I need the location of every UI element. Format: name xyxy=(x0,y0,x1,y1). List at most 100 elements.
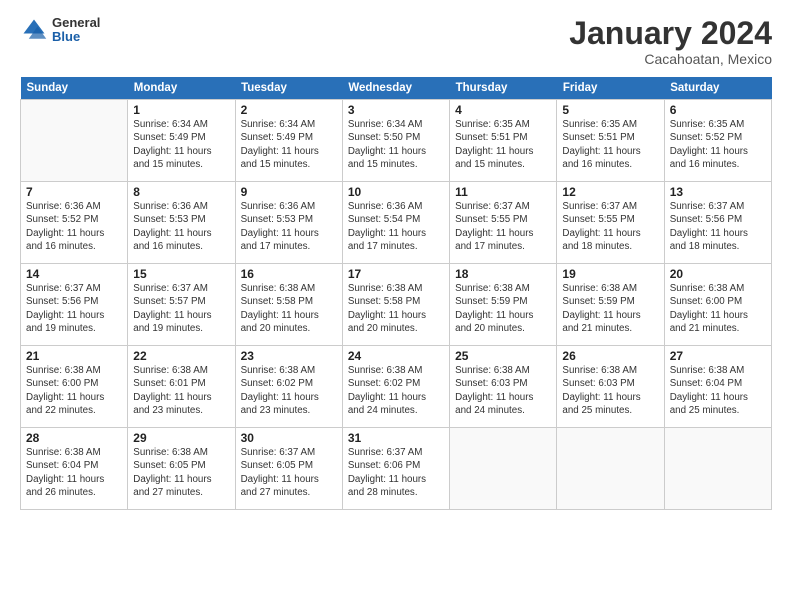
day-info: Sunrise: 6:38 AMSunset: 5:58 PMDaylight:… xyxy=(348,282,444,335)
calendar-cell: 22Sunrise: 6:38 AMSunset: 6:01 PMDayligh… xyxy=(128,346,235,428)
calendar-week-0: 1Sunrise: 6:34 AMSunset: 5:49 PMDaylight… xyxy=(21,100,772,182)
day-number: 18 xyxy=(455,267,551,281)
logo-text: General Blue xyxy=(52,16,100,45)
day-number: 4 xyxy=(455,103,551,117)
calendar-cell: 16Sunrise: 6:38 AMSunset: 5:58 PMDayligh… xyxy=(235,264,342,346)
calendar-cell: 15Sunrise: 6:37 AMSunset: 5:57 PMDayligh… xyxy=(128,264,235,346)
month-title: January 2024 xyxy=(569,16,772,51)
day-number: 5 xyxy=(562,103,658,117)
day-info: Sunrise: 6:38 AMSunset: 6:03 PMDaylight:… xyxy=(455,364,551,417)
day-number: 11 xyxy=(455,185,551,199)
day-info: Sunrise: 6:38 AMSunset: 6:00 PMDaylight:… xyxy=(670,282,766,335)
calendar-cell: 29Sunrise: 6:38 AMSunset: 6:05 PMDayligh… xyxy=(128,428,235,510)
day-number: 13 xyxy=(670,185,766,199)
day-number: 14 xyxy=(26,267,122,281)
day-info: Sunrise: 6:38 AMSunset: 6:04 PMDaylight:… xyxy=(670,364,766,417)
title-block: January 2024 Cacahoatan, Mexico xyxy=(569,16,772,67)
day-info: Sunrise: 6:37 AMSunset: 5:56 PMDaylight:… xyxy=(670,200,766,253)
calendar-cell: 9Sunrise: 6:36 AMSunset: 5:53 PMDaylight… xyxy=(235,182,342,264)
calendar-cell: 4Sunrise: 6:35 AMSunset: 5:51 PMDaylight… xyxy=(450,100,557,182)
day-info: Sunrise: 6:38 AMSunset: 6:03 PMDaylight:… xyxy=(562,364,658,417)
calendar-cell: 31Sunrise: 6:37 AMSunset: 6:06 PMDayligh… xyxy=(342,428,449,510)
day-number: 29 xyxy=(133,431,229,445)
calendar-cell: 25Sunrise: 6:38 AMSunset: 6:03 PMDayligh… xyxy=(450,346,557,428)
calendar-week-4: 28Sunrise: 6:38 AMSunset: 6:04 PMDayligh… xyxy=(21,428,772,510)
day-info: Sunrise: 6:36 AMSunset: 5:53 PMDaylight:… xyxy=(133,200,229,253)
day-number: 23 xyxy=(241,349,337,363)
calendar-cell: 12Sunrise: 6:37 AMSunset: 5:55 PMDayligh… xyxy=(557,182,664,264)
calendar-header-sunday: Sunday xyxy=(21,77,128,100)
day-number: 2 xyxy=(241,103,337,117)
calendar-header-friday: Friday xyxy=(557,77,664,100)
calendar: SundayMondayTuesdayWednesdayThursdayFrid… xyxy=(20,77,772,510)
calendar-week-2: 14Sunrise: 6:37 AMSunset: 5:56 PMDayligh… xyxy=(21,264,772,346)
day-info: Sunrise: 6:38 AMSunset: 5:58 PMDaylight:… xyxy=(241,282,337,335)
day-number: 17 xyxy=(348,267,444,281)
day-info: Sunrise: 6:38 AMSunset: 6:01 PMDaylight:… xyxy=(133,364,229,417)
day-number: 9 xyxy=(241,185,337,199)
calendar-header-monday: Monday xyxy=(128,77,235,100)
day-number: 24 xyxy=(348,349,444,363)
day-info: Sunrise: 6:38 AMSunset: 6:00 PMDaylight:… xyxy=(26,364,122,417)
calendar-cell xyxy=(664,428,771,510)
day-info: Sunrise: 6:36 AMSunset: 5:53 PMDaylight:… xyxy=(241,200,337,253)
calendar-cell: 20Sunrise: 6:38 AMSunset: 6:00 PMDayligh… xyxy=(664,264,771,346)
calendar-cell: 7Sunrise: 6:36 AMSunset: 5:52 PMDaylight… xyxy=(21,182,128,264)
day-info: Sunrise: 6:38 AMSunset: 6:04 PMDaylight:… xyxy=(26,446,122,499)
calendar-header-wednesday: Wednesday xyxy=(342,77,449,100)
day-number: 7 xyxy=(26,185,122,199)
day-info: Sunrise: 6:37 AMSunset: 5:55 PMDaylight:… xyxy=(562,200,658,253)
day-number: 31 xyxy=(348,431,444,445)
calendar-cell: 19Sunrise: 6:38 AMSunset: 5:59 PMDayligh… xyxy=(557,264,664,346)
day-info: Sunrise: 6:37 AMSunset: 5:57 PMDaylight:… xyxy=(133,282,229,335)
calendar-cell: 27Sunrise: 6:38 AMSunset: 6:04 PMDayligh… xyxy=(664,346,771,428)
day-info: Sunrise: 6:34 AMSunset: 5:49 PMDaylight:… xyxy=(241,118,337,171)
day-number: 30 xyxy=(241,431,337,445)
day-number: 10 xyxy=(348,185,444,199)
day-info: Sunrise: 6:37 AMSunset: 6:05 PMDaylight:… xyxy=(241,446,337,499)
logo: General Blue xyxy=(20,16,100,45)
day-info: Sunrise: 6:35 AMSunset: 5:52 PMDaylight:… xyxy=(670,118,766,171)
day-number: 25 xyxy=(455,349,551,363)
calendar-cell: 2Sunrise: 6:34 AMSunset: 5:49 PMDaylight… xyxy=(235,100,342,182)
day-number: 20 xyxy=(670,267,766,281)
day-number: 1 xyxy=(133,103,229,117)
calendar-cell: 30Sunrise: 6:37 AMSunset: 6:05 PMDayligh… xyxy=(235,428,342,510)
day-info: Sunrise: 6:38 AMSunset: 5:59 PMDaylight:… xyxy=(455,282,551,335)
calendar-week-1: 7Sunrise: 6:36 AMSunset: 5:52 PMDaylight… xyxy=(21,182,772,264)
calendar-cell xyxy=(450,428,557,510)
calendar-header-saturday: Saturday xyxy=(664,77,771,100)
day-number: 26 xyxy=(562,349,658,363)
day-number: 12 xyxy=(562,185,658,199)
logo-icon xyxy=(20,16,48,44)
day-info: Sunrise: 6:38 AMSunset: 5:59 PMDaylight:… xyxy=(562,282,658,335)
calendar-cell: 17Sunrise: 6:38 AMSunset: 5:58 PMDayligh… xyxy=(342,264,449,346)
day-info: Sunrise: 6:35 AMSunset: 5:51 PMDaylight:… xyxy=(455,118,551,171)
day-number: 8 xyxy=(133,185,229,199)
calendar-cell: 11Sunrise: 6:37 AMSunset: 5:55 PMDayligh… xyxy=(450,182,557,264)
day-info: Sunrise: 6:35 AMSunset: 5:51 PMDaylight:… xyxy=(562,118,658,171)
day-number: 16 xyxy=(241,267,337,281)
day-info: Sunrise: 6:38 AMSunset: 6:02 PMDaylight:… xyxy=(348,364,444,417)
day-number: 28 xyxy=(26,431,122,445)
day-info: Sunrise: 6:34 AMSunset: 5:49 PMDaylight:… xyxy=(133,118,229,171)
day-number: 15 xyxy=(133,267,229,281)
day-info: Sunrise: 6:38 AMSunset: 6:05 PMDaylight:… xyxy=(133,446,229,499)
calendar-cell: 6Sunrise: 6:35 AMSunset: 5:52 PMDaylight… xyxy=(664,100,771,182)
logo-blue: Blue xyxy=(52,30,100,44)
calendar-cell: 18Sunrise: 6:38 AMSunset: 5:59 PMDayligh… xyxy=(450,264,557,346)
calendar-header-thursday: Thursday xyxy=(450,77,557,100)
calendar-cell: 26Sunrise: 6:38 AMSunset: 6:03 PMDayligh… xyxy=(557,346,664,428)
day-info: Sunrise: 6:36 AMSunset: 5:54 PMDaylight:… xyxy=(348,200,444,253)
calendar-cell: 1Sunrise: 6:34 AMSunset: 5:49 PMDaylight… xyxy=(128,100,235,182)
calendar-cell xyxy=(21,100,128,182)
calendar-cell: 5Sunrise: 6:35 AMSunset: 5:51 PMDaylight… xyxy=(557,100,664,182)
day-info: Sunrise: 6:37 AMSunset: 6:06 PMDaylight:… xyxy=(348,446,444,499)
calendar-cell: 24Sunrise: 6:38 AMSunset: 6:02 PMDayligh… xyxy=(342,346,449,428)
calendar-cell: 10Sunrise: 6:36 AMSunset: 5:54 PMDayligh… xyxy=(342,182,449,264)
logo-general: General xyxy=(52,16,100,30)
day-info: Sunrise: 6:37 AMSunset: 5:56 PMDaylight:… xyxy=(26,282,122,335)
location: Cacahoatan, Mexico xyxy=(569,51,772,67)
calendar-cell: 28Sunrise: 6:38 AMSunset: 6:04 PMDayligh… xyxy=(21,428,128,510)
day-number: 27 xyxy=(670,349,766,363)
